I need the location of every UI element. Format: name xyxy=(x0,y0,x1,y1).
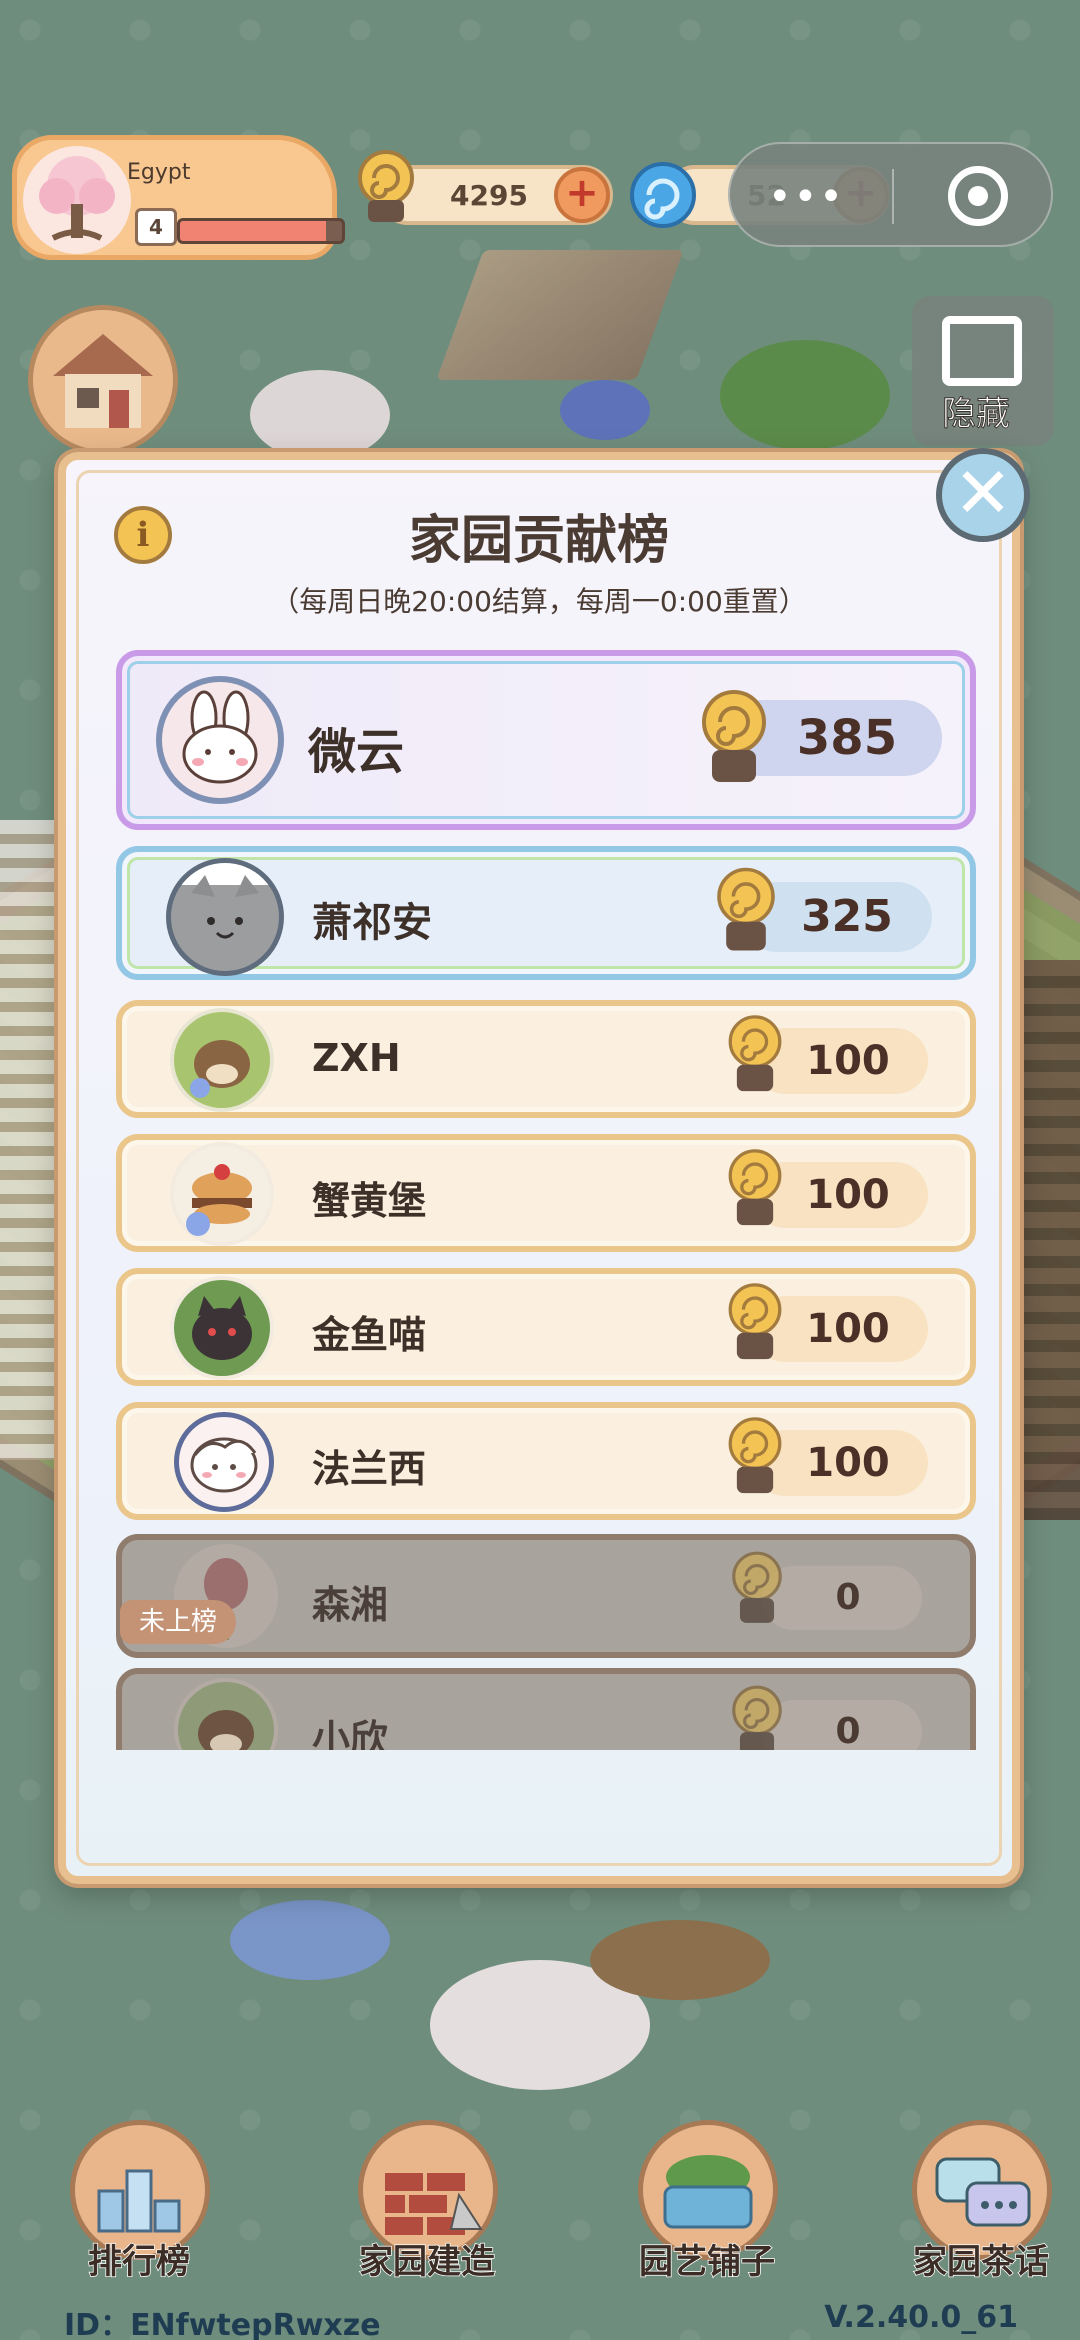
otter-avatar-icon xyxy=(174,1678,278,1750)
nav-tea-chat-label: 家园茶话 xyxy=(912,2241,1050,2283)
player-id: ID：ENfwtepRwxze xyxy=(64,2308,381,2340)
bunny-avatar-icon xyxy=(156,676,284,804)
player-card[interactable]: Egypt 4 xyxy=(12,135,345,260)
picnic-area xyxy=(590,1920,770,2000)
green-tree xyxy=(720,340,890,450)
snail-coin-icon xyxy=(722,1142,788,1238)
sheep-avatar-icon xyxy=(174,1412,274,1512)
leaderboard-modal: i ✕ 家园贡献榜 （每周日晚20:00结算，每周一0:00重置） 微云 385 xyxy=(58,448,1030,1884)
house-icon xyxy=(53,334,153,428)
flower-bush xyxy=(560,380,650,440)
nav-garden-shop-label: 园艺铺子 xyxy=(638,2241,776,2283)
snail-coin-icon xyxy=(350,148,416,222)
tree-avatar-icon xyxy=(23,146,131,254)
blue-swirl-gem-icon xyxy=(630,162,696,228)
fullscreen-icon xyxy=(942,316,1022,386)
snail-coin-icon xyxy=(694,684,774,794)
nav-ranking-label: 排行榜 xyxy=(87,2241,191,2283)
level-badge: 4 xyxy=(135,208,177,246)
nav-garden-shop[interactable]: 园艺铺子 xyxy=(622,2112,792,2292)
leaderboard-row-1[interactable]: 微云 385 xyxy=(116,650,976,830)
nav-build[interactable]: 家园建造 xyxy=(342,2112,512,2292)
player-name: 微云 xyxy=(308,724,405,780)
hide-ui-button[interactable]: 隐藏 xyxy=(912,296,1054,446)
leaderboard-row-3[interactable]: ZXH 100 xyxy=(116,1000,976,1118)
modal-title: 家园贡献榜 xyxy=(408,511,669,571)
leaderboard-list[interactable]: 微云 385 萧祁安 325 ZXH 100 蟹黄堡 100 金鱼喵 100 法… xyxy=(116,650,976,1750)
nav-ranking[interactable]: 排行榜 xyxy=(54,2112,224,2292)
black-cat-avatar-icon xyxy=(170,1276,274,1380)
leaderboard-row-8[interactable]: 小欣 0 xyxy=(116,1668,976,1750)
otter-avatar-icon xyxy=(170,1008,274,1112)
flower-bed xyxy=(230,1900,390,1980)
snail-coin-icon xyxy=(722,1008,788,1104)
player-name: 森湘 xyxy=(312,1583,389,1627)
more-menu-button[interactable]: ••• xyxy=(768,174,845,220)
player-name: 金鱼喵 xyxy=(312,1313,427,1357)
player-name: Egypt xyxy=(127,160,191,185)
exp-bar-fill xyxy=(180,221,326,241)
leaderboard-row-2[interactable]: 萧祁安 325 xyxy=(116,846,976,980)
snail-coin-icon xyxy=(722,1410,788,1506)
add-snail-coin-button[interactable]: + xyxy=(554,167,610,223)
hide-label: 隐藏 xyxy=(942,394,1011,435)
player-name: 蟹黄堡 xyxy=(312,1179,427,1223)
snail-coin-icon xyxy=(710,860,782,964)
home-button[interactable] xyxy=(28,305,178,455)
modal-subtitle: （每周日晚20:00结算，每周一0:00重置） xyxy=(271,585,807,618)
leaderboard-row-6[interactable]: 法兰西 100 xyxy=(116,1402,976,1520)
nav-tea-chat[interactable]: 家园茶话 xyxy=(896,2112,1066,2292)
burger-avatar-icon xyxy=(170,1142,274,1246)
mini-program-capsule: ••• xyxy=(728,142,1053,247)
cottage-roof xyxy=(436,250,684,380)
not-ranked-badge: 未上榜 xyxy=(120,1600,236,1644)
player-name: 小欣 xyxy=(312,1717,389,1750)
leaderboard-row-4[interactable]: 蟹黄堡 100 xyxy=(116,1134,976,1252)
player-name: 萧祁安 xyxy=(312,900,432,946)
close-miniprogram-icon[interactable] xyxy=(948,166,1008,226)
blossom-tree xyxy=(250,370,390,460)
snail-coin-icon xyxy=(722,1276,788,1372)
app-version: V.2.40.0_61 xyxy=(824,2300,1018,2335)
exp-bar xyxy=(177,218,345,244)
leaderboard-row-7[interactable]: 未上榜 森湘 0 xyxy=(116,1534,976,1658)
nav-build-label: 家园建造 xyxy=(358,2241,496,2283)
capsule-divider xyxy=(892,169,894,224)
leaderboard-row-5[interactable]: 金鱼喵 100 xyxy=(116,1268,976,1386)
right-fence xyxy=(1020,960,1080,1520)
player-name: ZXH xyxy=(312,1036,401,1080)
snail-coin-icon xyxy=(726,1544,788,1636)
cat-avatar-icon xyxy=(166,858,284,976)
player-name: 法兰西 xyxy=(312,1447,427,1491)
snail-coin-icon xyxy=(726,1678,788,1750)
snail-coin-value: 4295 xyxy=(450,179,528,212)
